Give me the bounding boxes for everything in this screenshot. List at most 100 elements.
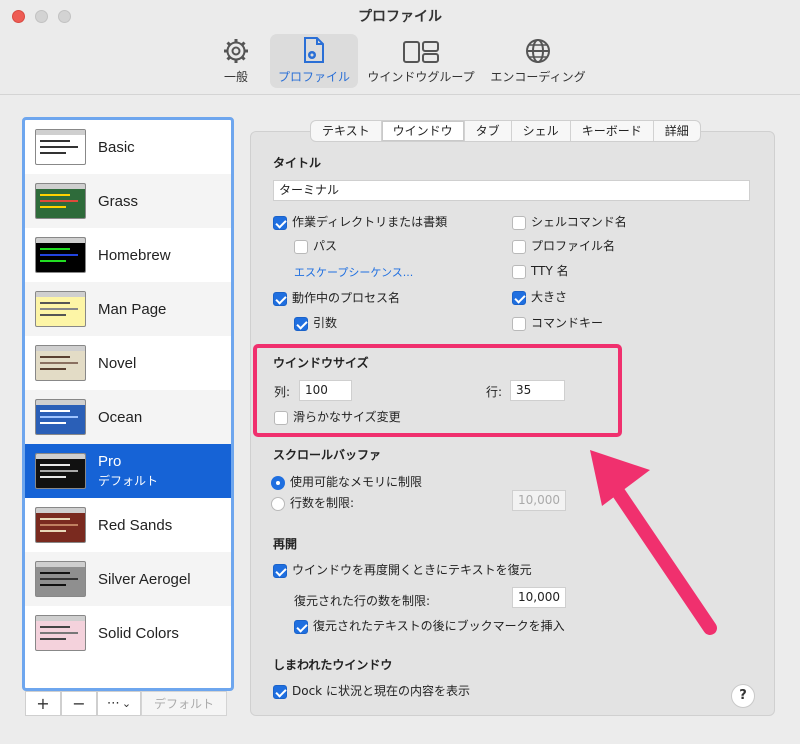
profile-row-grass[interactable]: Grass (25, 174, 231, 228)
profile-thumbnail (35, 507, 86, 543)
annotation-arrow (590, 450, 717, 635)
document-gear-icon (270, 34, 358, 64)
reopen-heading: 再開 (273, 537, 298, 551)
profile-row-silver-aerogel[interactable]: Silver Aerogel (25, 552, 231, 606)
profile-row-solid-colors[interactable]: Solid Colors (25, 606, 231, 660)
profile-thumbnail (35, 129, 86, 165)
tab-keyboard[interactable]: キーボード (571, 121, 654, 141)
profile-name: Pro (98, 453, 122, 470)
escape-sequence-link[interactable]: エスケープシーケンス... (294, 264, 413, 280)
checkbox-icon (512, 316, 526, 331)
option-working-directory[interactable]: 作業ディレクトリまたは書類 (273, 213, 447, 230)
profile-thumbnail (35, 183, 86, 219)
profile-row-homebrew[interactable]: Homebrew (25, 228, 231, 282)
toolbar-window-groups[interactable]: ウインドウグループ (364, 34, 478, 88)
chevron-down-icon: ⌄ (121, 697, 132, 710)
gear-icon (210, 34, 262, 64)
option-process-name[interactable]: 動作中のプロセス名 (273, 289, 400, 306)
option-dock-status[interactable]: Dock に状況と現在の内容を表示 (273, 682, 470, 699)
toolbar-general[interactable]: 一般 (210, 34, 262, 88)
tab-window[interactable]: ウインドウ (381, 121, 465, 141)
option-label: 動作中のプロセス名 (292, 291, 401, 305)
profile-thumbnail (35, 453, 86, 489)
toolbar-encodings-label: エンコーディング (490, 70, 586, 84)
profile-name: Grass (98, 192, 139, 210)
default-profile-label: デフォルト (98, 474, 159, 488)
help-button[interactable]: ? (731, 684, 755, 708)
profile-thumbnail (35, 399, 86, 435)
option-arguments[interactable]: 引数 (294, 314, 337, 331)
option-label: シェルコマンド名 (531, 215, 627, 229)
option-scrollback-unlimited[interactable]: 使用可能なメモリに制限 (271, 473, 422, 490)
window-group-icon (364, 34, 478, 64)
profile-name: Homebrew (98, 246, 171, 264)
option-label: TTY 名 (531, 264, 569, 278)
toolbar-profiles[interactable]: プロファイル (270, 34, 358, 88)
profile-row-man-page[interactable]: Man Page (25, 282, 231, 336)
profile-row-novel[interactable]: Novel (25, 336, 231, 390)
set-default-button[interactable]: デフォルト (141, 691, 227, 716)
closed-window-heading: しまわれたウインドウ (273, 658, 393, 672)
annotation-highlight-box (253, 344, 622, 437)
add-profile-button[interactable]: + (25, 691, 61, 716)
checkbox-icon (294, 316, 308, 331)
title-input[interactable]: ターミナル (273, 180, 750, 201)
option-label: 引数 (313, 316, 338, 330)
option-label: パス (313, 239, 338, 253)
option-profile-name[interactable]: プロファイル名 (512, 237, 615, 254)
profile-row-basic[interactable]: Basic (25, 120, 231, 174)
option-label: Dock に状況と現在の内容を表示 (292, 684, 470, 698)
restore-limit-label: 復元された行の数を制限: (294, 594, 431, 608)
toolbar-encodings[interactable]: エンコーディング (482, 34, 594, 88)
settings-tabs: テキスト ウインドウ タブ シェル キーボード 詳細 (310, 120, 701, 142)
option-size[interactable]: 大きさ (512, 288, 567, 305)
remove-profile-button[interactable]: − (61, 691, 97, 716)
tab-text[interactable]: テキスト (311, 121, 382, 141)
option-path[interactable]: パス (294, 237, 337, 254)
profile-name: Ocean (98, 408, 143, 426)
toolbar-profiles-label: プロファイル (277, 70, 350, 84)
profile-name: Basic (98, 138, 135, 156)
option-label: 使用可能なメモリに制限 (290, 475, 423, 489)
scrollback-limit-input[interactable]: 10,000 (512, 490, 566, 511)
option-label: コマンドキー (531, 316, 604, 330)
option-label: 作業ディレクトリまたは書類 (292, 215, 448, 229)
more-actions-button[interactable]: ⋯ ⌄ (97, 691, 141, 716)
checkbox-icon (273, 215, 287, 230)
profile-name: Red Sands (98, 516, 173, 534)
title-heading: タイトル (273, 156, 322, 170)
more-icon: ⋯ (106, 696, 120, 711)
checkbox-icon (512, 215, 526, 230)
option-command-key[interactable]: コマンドキー (512, 314, 603, 331)
checkbox-icon (294, 239, 308, 254)
checkbox-icon (512, 264, 526, 279)
option-label: ウインドウを再度開くときにテキストを復元 (292, 563, 532, 577)
profile-list[interactable]: Basic Grass Homebrew Man Page Novel Ocea… (22, 117, 234, 691)
profile-row-red-sands[interactable]: Red Sands (25, 498, 231, 552)
profile-thumbnail (35, 237, 86, 273)
radio-icon (271, 496, 285, 511)
checkbox-icon (273, 684, 287, 699)
checkbox-icon (512, 239, 526, 254)
checkbox-icon (294, 619, 308, 634)
profile-row-pro[interactable]: Pro デフォルト (25, 444, 231, 498)
option-label: プロファイル名 (531, 239, 616, 253)
globe-icon (482, 34, 594, 64)
tab-advanced[interactable]: 詳細 (654, 121, 700, 141)
option-tty-name[interactable]: TTY 名 (512, 262, 569, 279)
option-shell-command[interactable]: シェルコマンド名 (512, 213, 627, 230)
profile-thumbnail (35, 345, 86, 381)
restore-limit-input[interactable]: 10,000 (512, 587, 566, 608)
tab-tab[interactable]: タブ (465, 121, 512, 141)
profile-thumbnail (35, 615, 86, 651)
title-bar: プロファイル 一般 プロファイル ウインドウグループ エンコーディング (0, 0, 800, 95)
toolbar-window-groups-label: ウインドウグループ (367, 70, 475, 84)
profile-row-ocean[interactable]: Ocean (25, 390, 231, 444)
profile-thumbnail (35, 291, 86, 327)
profile-name: Novel (98, 354, 137, 372)
option-restore-text[interactable]: ウインドウを再度開くときにテキストを復元 (273, 561, 532, 578)
option-scrollback-limit[interactable]: 行数を制限: (271, 494, 354, 511)
tab-shell[interactable]: シェル (512, 121, 571, 141)
profile-thumbnail (35, 561, 86, 597)
option-insert-bookmark[interactable]: 復元されたテキストの後にブックマークを挿入 (294, 617, 565, 634)
